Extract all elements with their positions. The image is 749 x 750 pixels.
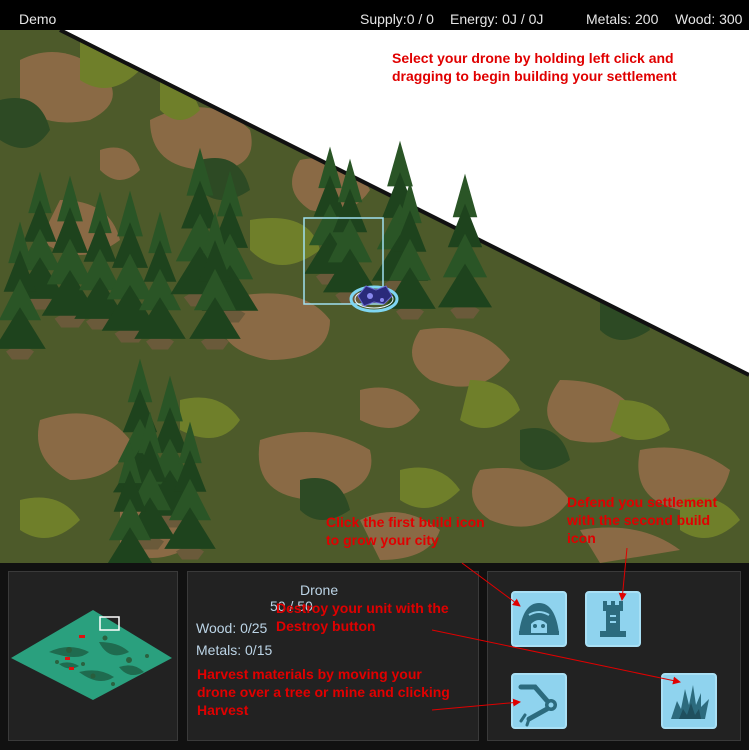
- unit-metals-cargo: Metals: 0/15: [196, 642, 273, 658]
- wood-counter: Wood: 300: [675, 11, 743, 27]
- explosion-icon: [671, 685, 709, 719]
- tip-line: Select your drone by holding left click …: [392, 50, 674, 66]
- tip-line: Destroy your unit with the: [276, 600, 449, 616]
- metals-counter: Metals: 200: [586, 11, 659, 27]
- tip-line: Harvest: [197, 702, 249, 718]
- dome-house-icon: [519, 603, 559, 635]
- energy-counter: Energy: 0J / 0J: [450, 11, 544, 27]
- tip-line: Click the first build icon: [326, 514, 485, 530]
- tip-line: Defend you settlement: [567, 494, 718, 510]
- build-tower-button[interactable]: [585, 591, 641, 647]
- tip-harvest: Harvest materials by moving your drone o…: [197, 665, 450, 719]
- tip-select-drone: Select your drone by holding left click …: [392, 49, 677, 85]
- game-title: Demo: [19, 11, 57, 27]
- tip-line: icon: [567, 530, 596, 546]
- supply-counter: Supply:0 / 0: [360, 11, 434, 27]
- resource-bar: Demo Supply:0 / 0 Energy: 0J / 0J Metals…: [0, 0, 749, 30]
- minimap-panel[interactable]: [8, 571, 178, 741]
- tip-line: dragging to begin building your settleme…: [392, 68, 677, 84]
- unit-wood-cargo: Wood: 0/25: [196, 620, 268, 636]
- tip-destroy: Destroy your unit with the Destroy butto…: [276, 599, 449, 635]
- game-map[interactable]: [0, 30, 749, 563]
- tip-line: Harvest materials by moving your: [197, 666, 422, 682]
- tip-line: to grow your city: [326, 532, 439, 548]
- robot-arm-icon: [518, 684, 557, 727]
- rook-tower-icon: [600, 601, 626, 637]
- build-city-button[interactable]: [511, 591, 567, 647]
- tip-build: Click the first build icon to grow your …: [326, 513, 485, 549]
- tip-line: drone over a tree or mine and clicking: [197, 684, 450, 700]
- harvest-button[interactable]: [511, 673, 567, 729]
- destroy-button[interactable]: [661, 673, 717, 729]
- tip-line: Destroy button: [276, 618, 376, 634]
- tip-defend: Defend you settlement with the second bu…: [567, 493, 717, 547]
- command-hud: Drone 50 / 50 Wood: 0/25 Metals: 0/15: [0, 563, 749, 750]
- minimap[interactable]: [9, 572, 177, 740]
- command-panel: [487, 571, 741, 741]
- unit-name: Drone: [300, 582, 339, 598]
- tip-line: with the second build: [567, 512, 711, 528]
